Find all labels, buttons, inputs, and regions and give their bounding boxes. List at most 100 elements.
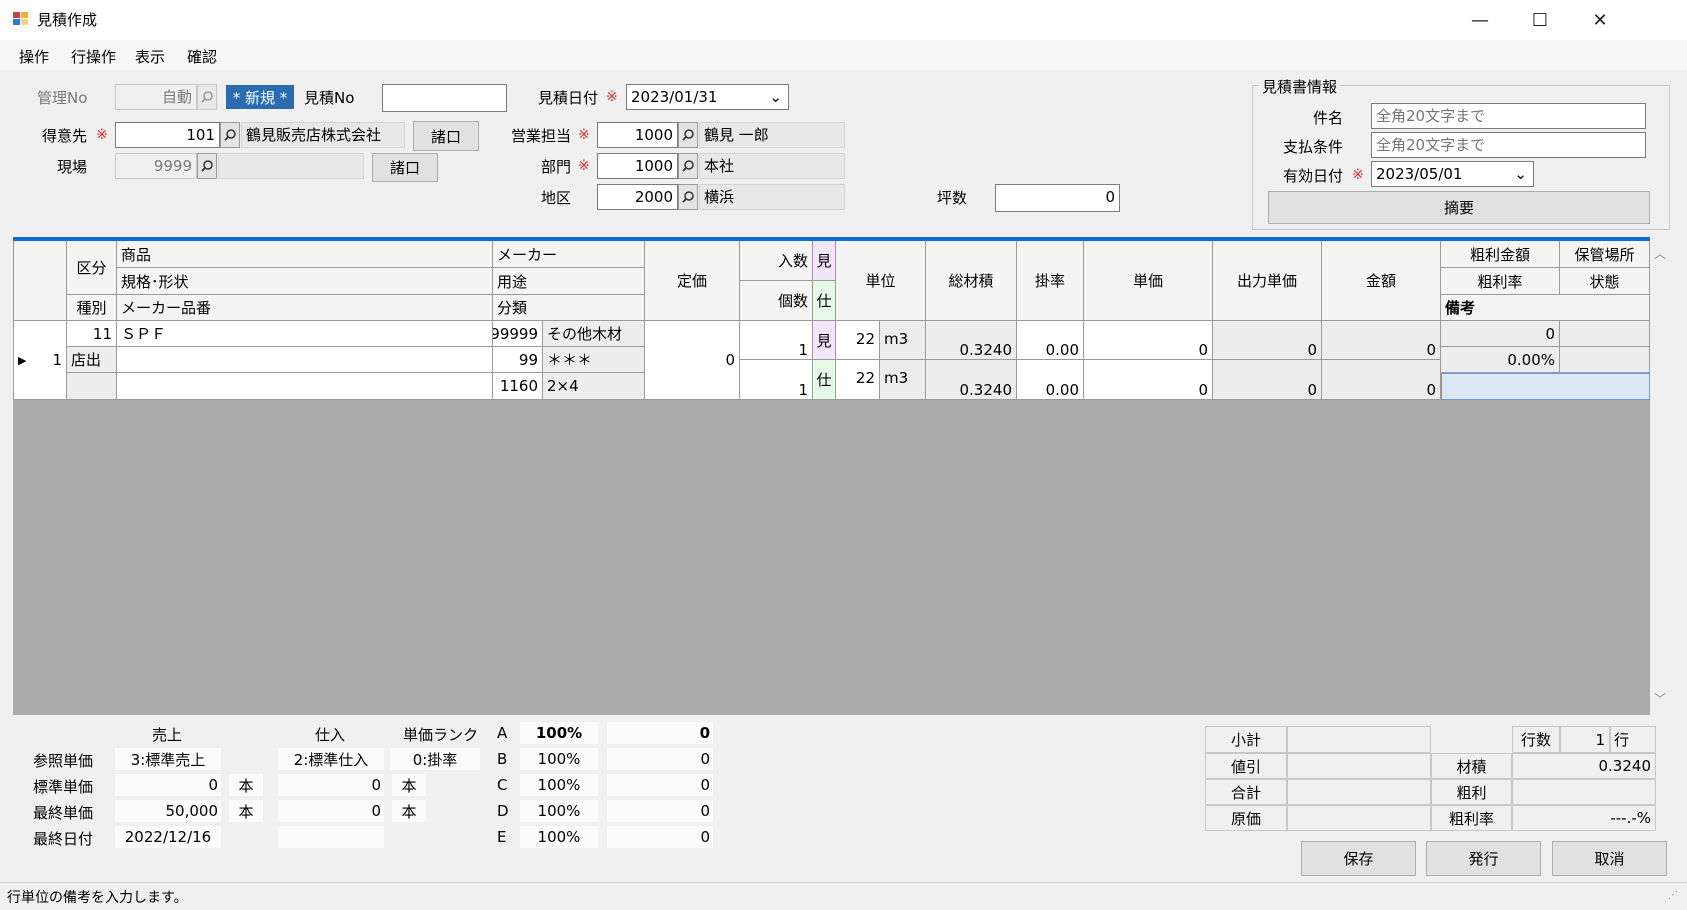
cell-shubetsu[interactable] xyxy=(67,373,117,400)
required-mark: ※ xyxy=(1352,167,1364,183)
header-kingaku: 金額 xyxy=(1322,241,1441,321)
summary-button[interactable]: 摘要 xyxy=(1268,191,1650,224)
save-button[interactable]: 保存 xyxy=(1301,841,1416,876)
row-selector[interactable]: ▶ 1 xyxy=(13,321,67,400)
dept-lookup-button[interactable] xyxy=(678,153,698,179)
last-date-uriage: 2022/12/16 xyxy=(115,826,221,848)
header-maker-hinban: メーカー品番 xyxy=(117,295,493,321)
cell-bunrui-code[interactable]: 1160 xyxy=(493,373,543,400)
cell-product[interactable]: ＳＰＦ xyxy=(117,321,493,347)
payment-label: 支払条件 xyxy=(1283,138,1344,156)
close-button[interactable]: ✕ xyxy=(1571,0,1629,40)
arari-value xyxy=(1512,779,1656,805)
cell-maker-code[interactable]: 99999 xyxy=(493,321,543,347)
date-picker[interactable]: 2023/01/31 ⌄ xyxy=(626,84,789,110)
cell-tani-shi-qty[interactable]: 22 xyxy=(836,360,880,400)
rank-a-value: 0 xyxy=(607,722,713,744)
menu-row-operation[interactable]: 行操作 xyxy=(71,46,116,67)
resize-grip-icon[interactable]: ⋰ xyxy=(1668,890,1678,901)
area-code-input[interactable]: 2000 xyxy=(597,184,678,210)
site-lookup-button[interactable] xyxy=(197,153,217,179)
std-price-uriage: 0 xyxy=(115,774,221,796)
mitsumori-no-input[interactable] xyxy=(382,84,507,112)
search-icon xyxy=(224,129,236,141)
search-icon xyxy=(682,129,694,141)
rank-e-pct: 100% xyxy=(520,826,598,848)
header-biko: 備考 xyxy=(1441,295,1650,321)
cell-irisu-shi[interactable]: 1 xyxy=(740,360,813,400)
header-bunrui: 分類 xyxy=(493,295,645,321)
subject-input[interactable] xyxy=(1371,103,1646,129)
cell-teika[interactable]: 0 xyxy=(645,321,740,400)
customer-label: 得意先 xyxy=(42,127,88,145)
cell-yoto-code[interactable]: 99 xyxy=(493,347,543,373)
cell-hokan-basho[interactable] xyxy=(1560,321,1650,347)
cell-shi: 仕 xyxy=(813,360,836,400)
cell-kakeritsu-mi[interactable]: 0.00 xyxy=(1017,321,1084,360)
site-shoguchi-button[interactable]: 諸口 xyxy=(372,153,438,182)
cell-shutsuryoku-mi: 0 xyxy=(1213,321,1322,360)
ref-price-label: 参照単価 xyxy=(33,752,94,770)
menu-confirm[interactable]: 確認 xyxy=(187,46,217,67)
app-icon xyxy=(13,12,28,25)
cell-tanka-shi[interactable]: 0 xyxy=(1084,360,1213,400)
scroll-up-icon[interactable]: ︿ xyxy=(1654,245,1666,262)
cell-jotai[interactable] xyxy=(1560,347,1650,373)
cell-kubun-text: 店出 xyxy=(67,347,117,373)
cell-kikaku[interactable] xyxy=(117,347,493,373)
new-badge: * 新規 * xyxy=(226,85,294,109)
required-mark: ※ xyxy=(606,89,618,105)
area-lookup-button[interactable] xyxy=(678,184,698,210)
cell-arari-kingaku: 0 xyxy=(1441,321,1560,347)
grid-scrollbar[interactable]: ︿ ﹀ xyxy=(1650,237,1670,715)
header-maker: メーカー xyxy=(493,241,645,268)
cost-value xyxy=(1287,805,1431,831)
sales-code-input[interactable]: 1000 xyxy=(597,122,678,148)
rank-d-pct: 100% xyxy=(520,800,598,822)
customer-lookup-button[interactable] xyxy=(220,122,240,148)
rank-b-value: 0 xyxy=(607,748,713,770)
site-code-input[interactable]: 9999 xyxy=(115,153,197,179)
zaiseki-label: 材積 xyxy=(1431,753,1512,779)
menu-view[interactable]: 表示 xyxy=(135,46,165,67)
scroll-down-icon[interactable]: ﹀ xyxy=(1654,690,1666,707)
arari-ritsu-label: 粗利率 xyxy=(1431,805,1512,831)
cell-biko[interactable] xyxy=(1441,373,1650,400)
minimize-button[interactable]: — xyxy=(1451,0,1509,40)
cell-kubun-code[interactable]: 11 xyxy=(67,321,117,347)
search-icon xyxy=(682,191,694,203)
tsubo-input[interactable]: 0 xyxy=(995,184,1120,212)
header-teika: 定価 xyxy=(645,241,740,321)
menu-operation[interactable]: 操作 xyxy=(19,46,49,67)
dept-name: 本社 xyxy=(699,153,845,179)
subtotal-value xyxy=(1287,726,1431,753)
payment-input[interactable] xyxy=(1371,132,1646,158)
date-label: 見積日付 xyxy=(538,89,599,107)
cell-irisu-mi[interactable]: 1 xyxy=(740,321,813,360)
header-irisu: 入数 xyxy=(740,241,813,281)
required-mark: ※ xyxy=(578,158,590,174)
rows-value: 1 xyxy=(1560,726,1610,753)
header-mi: 見 xyxy=(813,241,836,281)
cell-sozaiseki-mi: 0.3240 xyxy=(926,321,1017,360)
row-header-corner xyxy=(13,241,67,321)
cell-tani-mi-qty[interactable]: 22 xyxy=(836,321,880,360)
sales-lookup-button[interactable] xyxy=(678,122,698,148)
issue-button[interactable]: 発行 xyxy=(1426,841,1541,876)
cell-kakeritsu-shi[interactable]: 0.00 xyxy=(1017,360,1084,400)
cell-shutsuryoku-shi: 0 xyxy=(1213,360,1322,400)
customer-shoguchi-button[interactable]: 諸口 xyxy=(413,121,479,151)
cell-maker-hinban[interactable] xyxy=(117,373,493,400)
cell-kingaku-shi: 0 xyxy=(1322,360,1441,400)
chevron-down-icon: ⌄ xyxy=(769,88,782,106)
dept-code-input[interactable]: 1000 xyxy=(597,153,678,179)
cell-tanka-mi[interactable]: 0 xyxy=(1084,321,1213,360)
maximize-button[interactable]: ☐ xyxy=(1511,0,1569,40)
header-kakeritsu: 掛率 xyxy=(1017,241,1084,321)
valid-date-label: 有効日付 xyxy=(1283,167,1344,185)
customer-code-input[interactable]: 101 xyxy=(115,122,220,148)
header-sozaiseki: 総材積 xyxy=(926,241,1017,321)
cancel-button[interactable]: 取消 xyxy=(1552,841,1667,876)
cell-maker-name: その他木材 xyxy=(543,321,645,347)
valid-date-picker[interactable]: 2023/05/01 ⌄ xyxy=(1371,161,1534,187)
